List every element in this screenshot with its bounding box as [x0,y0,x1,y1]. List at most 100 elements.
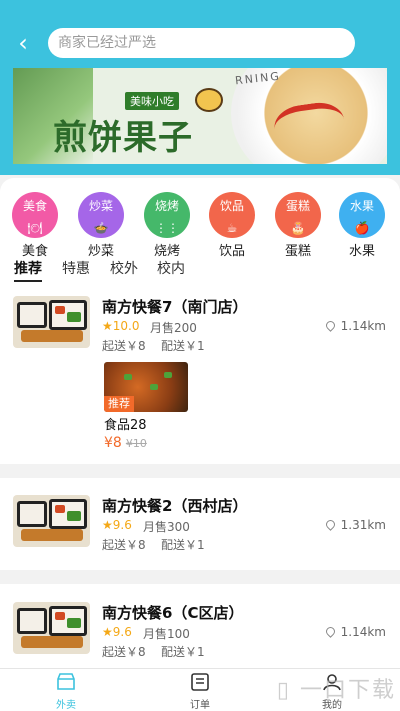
mascot-logo [195,88,223,112]
category-icon-text: 烧烤 [154,199,179,213]
food-piece [67,618,81,628]
price-value: 8 [112,435,122,451]
dish-image: 推荐 [104,362,188,412]
food-piece [55,505,65,513]
watermark: ▯ 一口下载 [277,672,396,704]
tab-special[interactable]: 特惠 [62,258,90,278]
category-icon: 水果 🍎 [339,192,385,238]
category-shuiguo[interactable]: 水果 🍎 水果 [333,192,391,259]
dish-price: ¥8 ¥10 [104,435,188,451]
back-arrow-icon[interactable]: ‹ [10,30,36,56]
location-pin-icon [323,319,337,332]
banner-sign: 美味小吃 [125,92,179,110]
rice-box [17,302,47,328]
garnish [164,372,172,378]
featured-dish[interactable]: 推荐 食品28 ¥8 ¥10 [104,362,188,451]
shop-rating: ★9.6 [102,518,132,532]
category-icon: 蛋糕 🎂 [275,192,321,238]
food-piece [55,612,65,620]
shop-sales: 月售200 [150,321,197,335]
divider [0,570,400,584]
shop-name: 南方快餐7（南门店） [102,298,248,316]
category-icon: 美食 🍽 [12,192,58,238]
shop-card[interactable]: 南方快餐2（西村店） ★9.6 月售300 1.31km 起送￥8 配送￥1 [0,495,400,565]
category-icon: 烧烤 ⋮⋮ [144,192,190,238]
category-meishi[interactable]: 美食 🍽 美食 [6,192,64,259]
category-label: 美食 [21,244,48,259]
category-icon-text: 炒菜 [88,199,113,213]
shop-distance: 1.31km [323,518,386,532]
tab-label: 订单 [190,700,210,711]
divider [0,464,400,478]
shop-card[interactable]: 南方快餐6（C区店） ★9.6 月售100 1.14km 起送￥8 配送￥1 [0,602,400,668]
category-chaocai[interactable]: 炒菜 🍲 炒菜 [72,192,130,259]
recommend-badge: 推荐 [104,396,134,412]
tab-recommend[interactable]: 推荐 [14,258,42,282]
category-dangao[interactable]: 蛋糕 🎂 蛋糕 [269,192,327,259]
food-piece [55,306,65,314]
dish-name: 食品28 [104,418,147,433]
shop-rating: ★10.0 [102,319,140,333]
original-price: ¥10 [126,437,147,450]
shop-distance: 1.14km [323,625,386,639]
shop-thumbnail [13,495,90,547]
category-label: 水果 [348,244,375,259]
category-shaokao[interactable]: 烧烤 ⋮⋮ 烧烤 [138,192,196,259]
delivery-fee: 配送￥1 [161,538,205,552]
category-icon-text: 蛋糕 [285,199,310,213]
food-piece [21,529,83,541]
main-content: 美食 🍽 美食 炒菜 🍲 炒菜 烧烤 ⋮⋮ 烧烤 饮品 ☕ 饮品 蛋糕 🎂 蛋糕 水果 🍎 [0,178,400,668]
garnish [124,374,132,380]
distance-value: 1.14km [340,319,386,333]
shop-sales: 月售100 [143,627,190,641]
food-piece [21,636,83,648]
location-pin-icon [323,625,337,638]
page: ‹ 商家已经过严选 RNING 美味小吃 煎饼果子 美食 🍽 美食 炒菜 🍲 炒菜 … [0,0,400,711]
order-list-icon [191,673,209,691]
delivery-fee: 配送￥1 [161,339,205,353]
food-piece [67,511,81,521]
garnish [150,384,158,390]
search-input[interactable]: 商家已经过严选 [48,28,355,58]
food-piece [67,312,81,322]
category-icon: 炒菜 🍲 [78,192,124,238]
shop-rating: ★9.6 [102,625,132,639]
category-row: 美食 🍽 美食 炒菜 🍲 炒菜 烧烤 ⋮⋮ 烧烤 饮品 ☕ 饮品 蛋糕 🎂 蛋糕 水果 🍎 [0,192,400,259]
tab-off-campus[interactable]: 校外 [110,258,138,278]
category-icon-text: 饮品 [219,199,244,213]
tab-label: 外卖 [56,700,76,711]
shop-thumbnail [13,602,90,654]
orig-currency: ¥ [125,437,133,450]
promo-banner[interactable]: RNING 美味小吃 煎饼果子 [13,68,387,164]
food-piece [21,330,83,342]
category-label: 蛋糕 [284,244,311,259]
shop-thumbnail [13,296,90,348]
currency-symbol: ¥ [104,435,113,451]
tab-takeout[interactable]: 外卖 [36,673,96,711]
tab-on-campus[interactable]: 校内 [157,258,185,278]
watermark-text: 一口下载 [299,678,396,703]
shop-card[interactable]: 南方快餐7（南门店） ★10.0 月售200 1.14km 起送￥8 配送￥1 … [0,296,400,460]
rating-value: 9.6 [112,625,132,639]
orig-value: 10 [132,437,147,450]
store-icon [57,673,75,690]
category-label: 烧烤 [153,244,180,259]
location-pin-icon [323,518,337,531]
min-order: 起送￥8 [102,339,146,353]
category-label: 炒菜 [87,244,114,259]
shop-name: 南方快餐2（西村店） [102,497,248,515]
min-order: 起送￥8 [102,645,146,659]
tab-orders[interactable]: 订单 [170,673,230,711]
distance-value: 1.31km [340,518,386,532]
banner-title: 煎饼果子 [53,118,193,158]
category-icon-text: 美食 [22,199,47,213]
rating-value: 10.0 [112,319,140,333]
rice-box [17,608,47,634]
category-label: 饮品 [218,244,245,259]
category-icon-text: 水果 [349,199,374,213]
header: ‹ 商家已经过严选 RNING 美味小吃 煎饼果子 [0,0,400,175]
category-yinpin[interactable]: 饮品 ☕ 饮品 [203,192,261,259]
shop-sales: 月售300 [143,520,190,534]
rating-value: 9.6 [112,518,132,532]
distance-value: 1.14km [340,625,386,639]
